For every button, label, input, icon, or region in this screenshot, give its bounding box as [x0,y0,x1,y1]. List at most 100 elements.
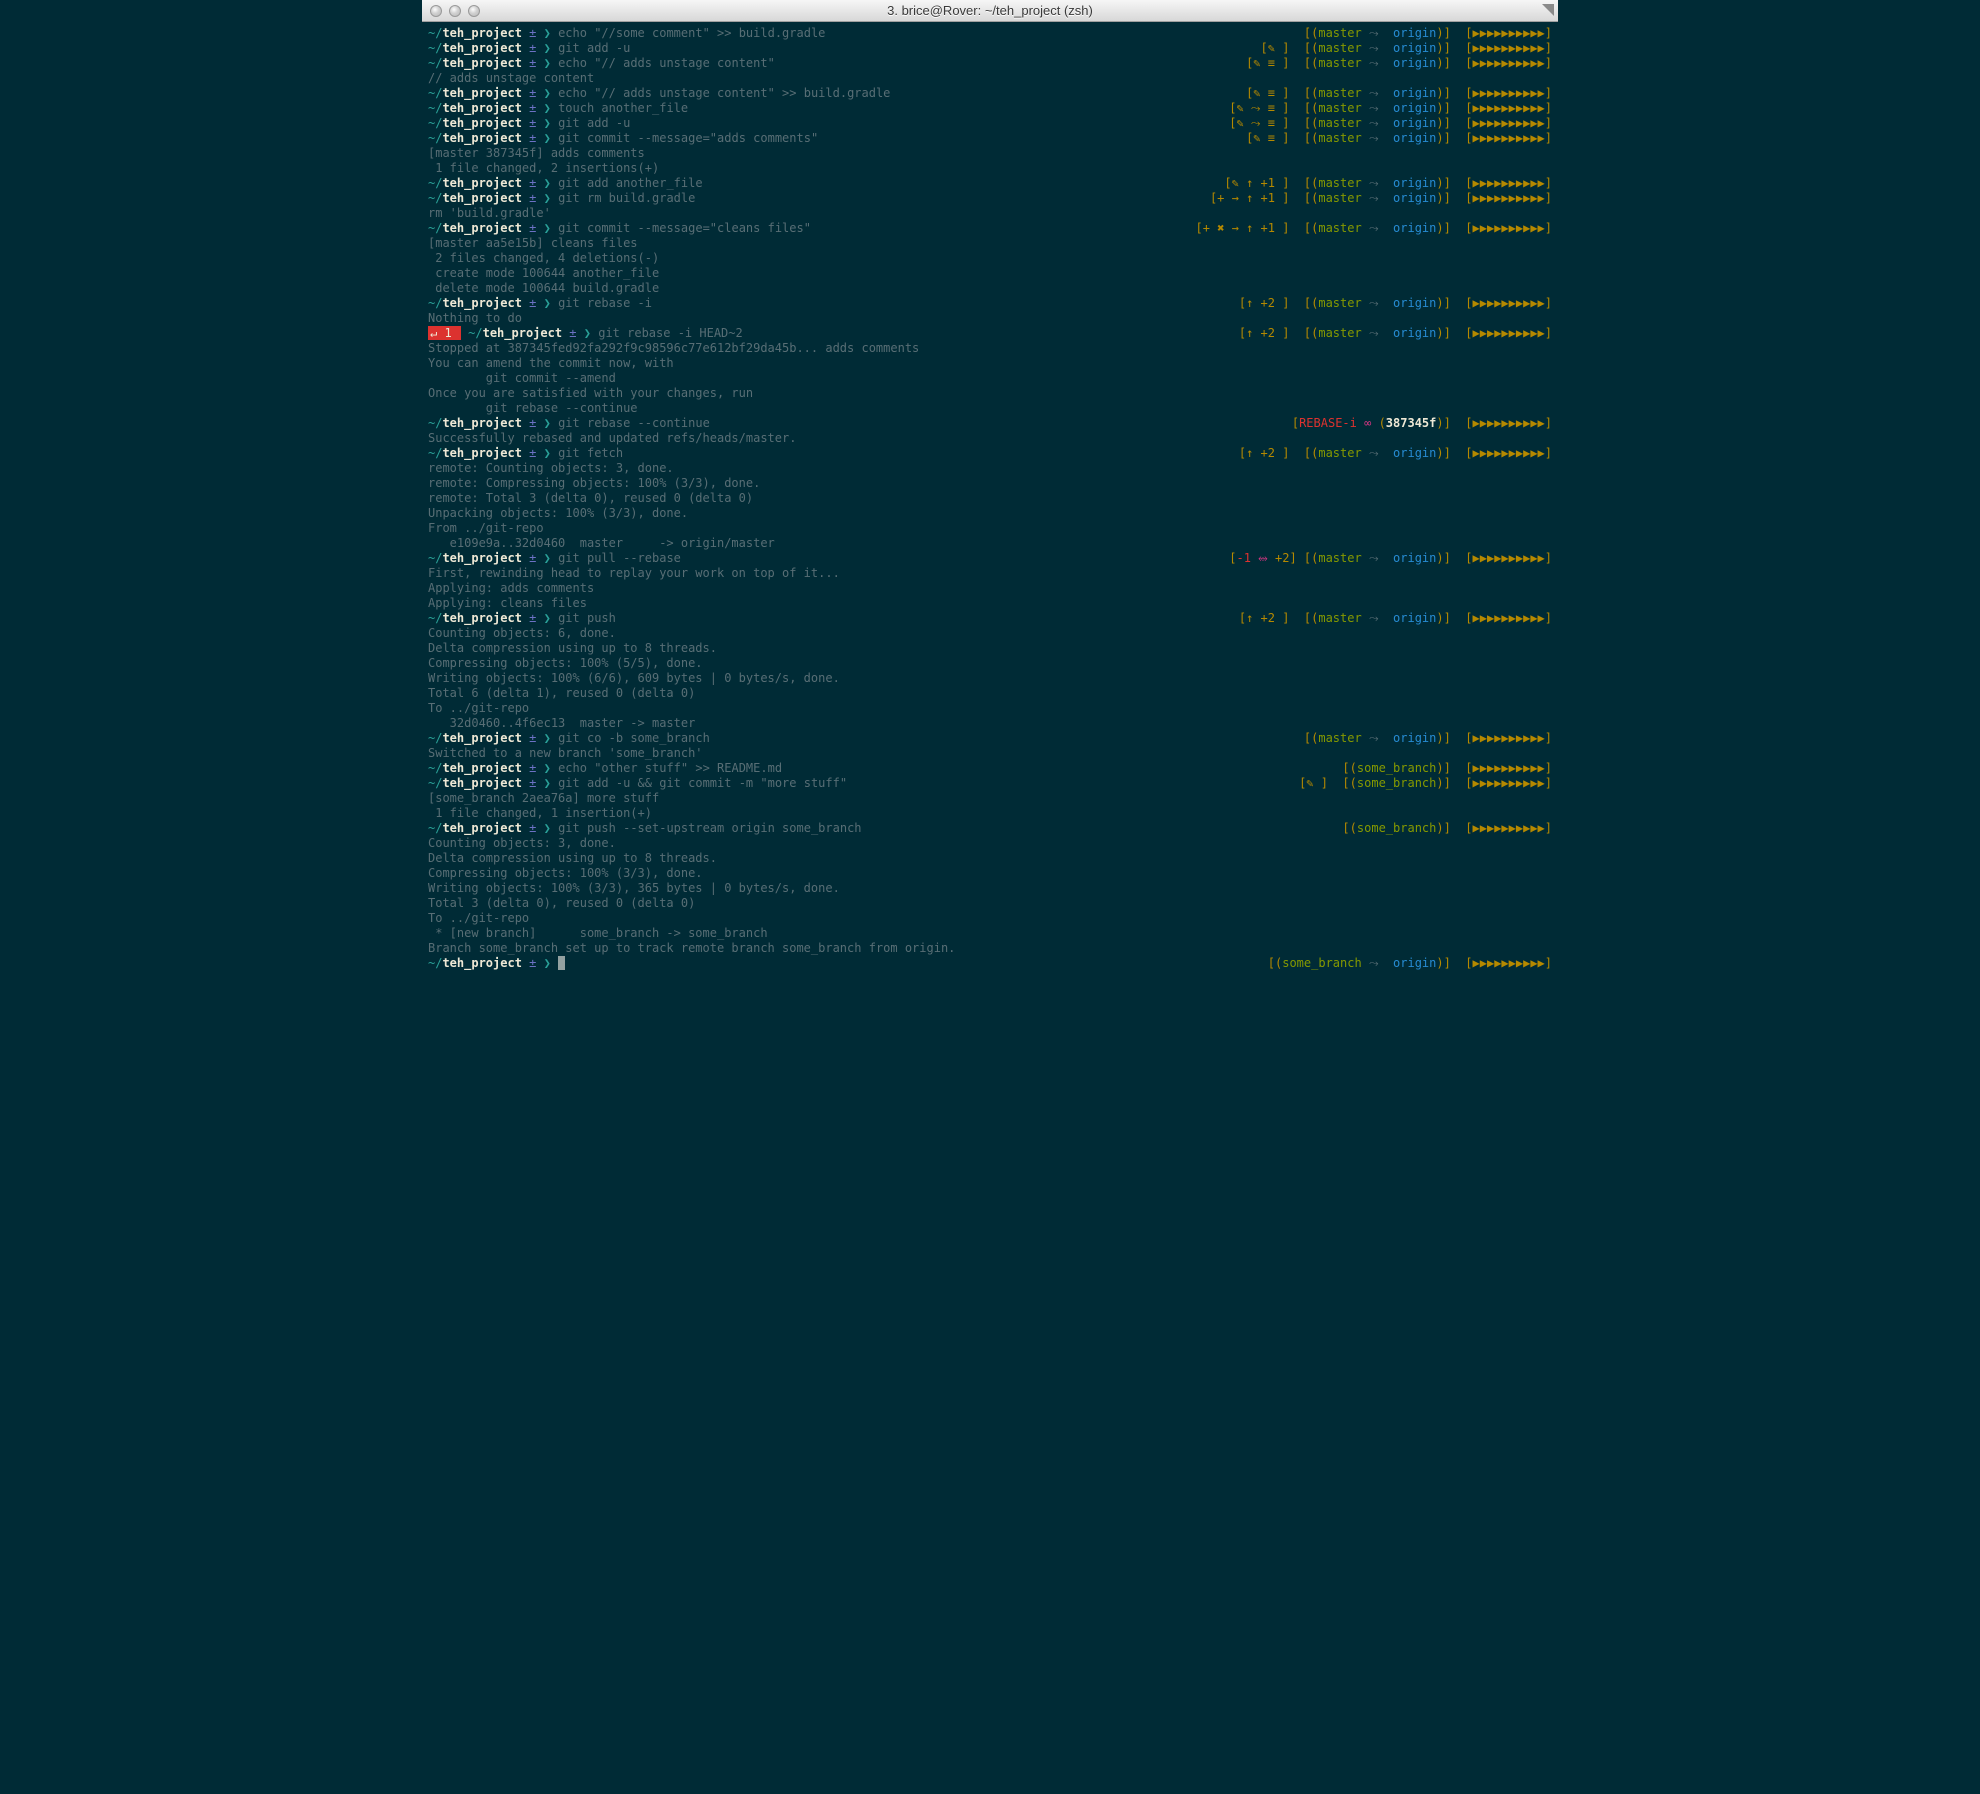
output-text: From ../git-repo [428,521,544,536]
output-line: Applying: adds comments [428,581,1552,596]
output-text: [master 387345f] adds comments [428,146,645,161]
output-text: Unpacking objects: 100% (3/3), done. [428,506,688,521]
output-line: [some_branch 2aea76a] more stuff [428,791,1552,806]
output-line: Switched to a new branch 'some_branch' [428,746,1552,761]
output-text: Compressing objects: 100% (5/5), done. [428,656,703,671]
prompt-status: [(some_branch ⤳ origin)] [▶▶▶▶▶▶▶▶▶▶] [1268,956,1552,971]
proxy-icon [1540,4,1554,18]
command-text: ~/teh_project ± ❯ echo "//some comment" … [428,26,825,41]
prompt-status: [REBASE-i ∞ (387345f)] [▶▶▶▶▶▶▶▶▶▶] [1292,416,1552,431]
output-line: // adds unstage content [428,71,1552,86]
output-line: Counting objects: 6, done. [428,626,1552,641]
command-text: ↵ 1 ~/teh_project ± ❯ git rebase -i HEAD… [428,326,743,341]
output-text: Delta compression using up to 8 threads. [428,851,717,866]
output-line: remote: Counting objects: 3, done. [428,461,1552,476]
prompt-status: [✎ ↑ +1 ] [(master ⤳ origin)] [▶▶▶▶▶▶▶▶▶… [1224,176,1552,191]
output-text: Stopped at 387345fed92fa292f9c98596c77e6… [428,341,919,356]
output-text: 1 file changed, 1 insertion(+) [428,806,652,821]
output-line: Writing objects: 100% (3/3), 365 bytes |… [428,881,1552,896]
prompt-line: ~/teh_project ± ❯ echo "//some comment" … [428,26,1552,41]
prompt-status: [✎ ⤳ ≡ ] [(master ⤳ origin)] [▶▶▶▶▶▶▶▶▶▶… [1229,116,1552,131]
output-text: To ../git-repo [428,911,529,926]
command-text: ~/teh_project ± ❯ echo "other stuff" >> … [428,761,782,776]
command-text: ~/teh_project ± ❯ git push --set-upstrea… [428,821,862,836]
output-line: 1 file changed, 1 insertion(+) [428,806,1552,821]
prompt-line: ~/teh_project ± ❯ git commit --message="… [428,221,1552,236]
command-text: ~/teh_project ± ❯ touch another_file [428,101,688,116]
output-line: To ../git-repo [428,701,1552,716]
output-text: Compressing objects: 100% (3/3), done. [428,866,703,881]
output-line: rm 'build.gradle' [428,206,1552,221]
command-text: ~/teh_project ± ❯ git fetch [428,446,623,461]
command-text: ~/teh_project ± ❯ git add -u && git comm… [428,776,847,791]
command-text: ~/teh_project ± ❯ [428,956,565,971]
terminal-window: 3. brice@Rover: ~/teh_project (zsh) ~/te… [422,0,1558,977]
output-line: git commit --amend [428,371,1552,386]
prompt-line: ~/teh_project ± ❯ echo "// adds unstage … [428,86,1552,101]
output-line: Once you are satisfied with your changes… [428,386,1552,401]
prompt-line: ~/teh_project ± ❯ touch another_file [✎ ⤳… [428,101,1552,116]
output-line: Total 6 (delta 1), reused 0 (delta 0) [428,686,1552,701]
output-line: Stopped at 387345fed92fa292f9c98596c77e6… [428,341,1552,356]
output-line: * [new branch] some_branch -> some_branc… [428,926,1552,941]
output-line: Compressing objects: 100% (3/3), done. [428,866,1552,881]
output-line: [master aa5e15b] cleans files [428,236,1552,251]
output-text: [some_branch 2aea76a] more stuff [428,791,659,806]
command-text: ~/teh_project ± ❯ git commit --message="… [428,131,818,146]
output-line: 32d0460..4f6ec13 master -> master [428,716,1552,731]
command-text: ~/teh_project ± ❯ git push [428,611,616,626]
output-text: Applying: adds comments [428,581,594,596]
command-text: ~/teh_project ± ❯ git add another_file [428,176,703,191]
output-text: You can amend the commit now, with [428,356,674,371]
output-text: delete mode 100644 build.gradle [428,281,659,296]
output-text: Counting objects: 3, done. [428,836,616,851]
output-line: [master 387345f] adds comments [428,146,1552,161]
command-text: ~/teh_project ± ❯ git co -b some_branch [428,731,710,746]
output-text: Applying: cleans files [428,596,587,611]
titlebar: 3. brice@Rover: ~/teh_project (zsh) [422,0,1558,22]
command-text: ~/teh_project ± ❯ git commit --message="… [428,221,811,236]
output-text: Once you are satisfied with your changes… [428,386,753,401]
output-text: 2 files changed, 4 deletions(-) [428,251,659,266]
prompt-line: ~/teh_project ± ❯ git pull --rebase [-1 ⥈… [428,551,1552,566]
prompt-status: [✎ ] [(some_branch)] [▶▶▶▶▶▶▶▶▶▶] [1299,776,1552,791]
output-line: Compressing objects: 100% (5/5), done. [428,656,1552,671]
prompt-line: ~/teh_project ± ❯ git co -b some_branch [… [428,731,1552,746]
output-text: [master aa5e15b] cleans files [428,236,638,251]
prompt-status: [(master ⤳ origin)] [▶▶▶▶▶▶▶▶▶▶] [1304,26,1552,41]
prompt-line: ~/teh_project ± ❯ git rm build.gradle[+ … [428,191,1552,206]
output-text: * [new branch] some_branch -> some_branc… [428,926,768,941]
output-line: Branch some_branch set up to track remot… [428,941,1552,956]
prompt-line: ~/teh_project ± ❯ [(some_branch ⤳ origin… [428,956,1552,971]
window-title: 3. brice@Rover: ~/teh_project (zsh) [422,3,1558,18]
prompt-status: [-1 ⥈ +2] [(master ⤳ origin)] [▶▶▶▶▶▶▶▶▶… [1229,551,1552,566]
command-text: ~/teh_project ± ❯ git pull --rebase [428,551,681,566]
output-text: remote: Total 3 (delta 0), reused 0 (del… [428,491,753,506]
prompt-status: [↑ +2 ] [(master ⤳ origin)] [▶▶▶▶▶▶▶▶▶▶] [1239,446,1552,461]
output-text: 1 file changed, 2 insertions(+) [428,161,659,176]
prompt-status: [↑ +2 ] [(master ⤳ origin)] [▶▶▶▶▶▶▶▶▶▶] [1239,296,1552,311]
prompt-status: [(master ⤳ origin)] [▶▶▶▶▶▶▶▶▶▶] [1304,731,1552,746]
prompt-line: ~/teh_project ± ❯ echo "// adds unstage … [428,56,1552,71]
output-line: Unpacking objects: 100% (3/3), done. [428,506,1552,521]
command-text: ~/teh_project ± ❯ git rebase -i [428,296,652,311]
output-line: 2 files changed, 4 deletions(-) [428,251,1552,266]
output-text: Writing objects: 100% (6/6), 609 bytes |… [428,671,840,686]
terminal-body[interactable]: ~/teh_project ± ❯ echo "//some comment" … [422,22,1558,977]
output-text: Writing objects: 100% (3/3), 365 bytes |… [428,881,840,896]
output-line: Counting objects: 3, done. [428,836,1552,851]
output-text: remote: Counting objects: 3, done. [428,461,674,476]
command-text: ~/teh_project ± ❯ git add -u [428,116,630,131]
output-line: First, rewinding head to replay your wor… [428,566,1552,581]
prompt-line: ~/teh_project ± ❯ echo "other stuff" >> … [428,761,1552,776]
output-text: Switched to a new branch 'some_branch' [428,746,703,761]
output-line: e109e9a..32d0460 master -> origin/master [428,536,1552,551]
prompt-status: [✎ ≡ ] [(master ⤳ origin)] [▶▶▶▶▶▶▶▶▶▶] [1246,56,1552,71]
output-line: delete mode 100644 build.gradle [428,281,1552,296]
output-line: You can amend the commit now, with [428,356,1552,371]
command-text: ~/teh_project ± ❯ git add -u [428,41,630,56]
prompt-status: [✎ ⤳ ≡ ] [(master ⤳ origin)] [▶▶▶▶▶▶▶▶▶▶… [1229,101,1552,116]
output-text: git rebase --continue [428,401,638,416]
output-line: create mode 100644 another_file [428,266,1552,281]
prompt-status: [✎ ≡ ] [(master ⤳ origin)] [▶▶▶▶▶▶▶▶▶▶] [1246,86,1552,101]
